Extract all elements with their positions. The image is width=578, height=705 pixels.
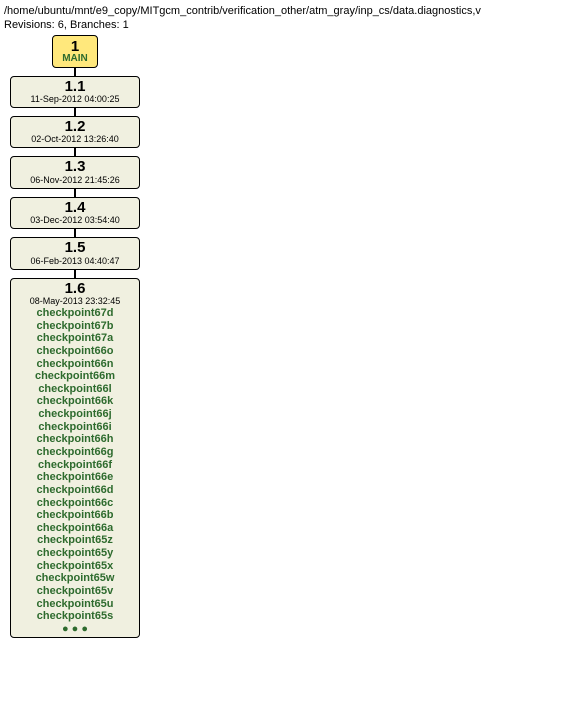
- revision-node: 1.306-Nov-2012 21:45:26: [10, 156, 140, 188]
- revision-date: 02-Oct-2012 13:26:40: [15, 135, 135, 145]
- header: /home/ubuntu/mnt/e9_copy/MITgcm_contrib/…: [4, 4, 578, 33]
- tag: checkpoint66e: [37, 471, 113, 484]
- tag: checkpoint66o: [36, 345, 113, 358]
- tag: checkpoint67a: [37, 332, 113, 345]
- tag: checkpoint66j: [38, 408, 111, 421]
- revision-number: 1.6: [15, 281, 135, 298]
- tag: checkpoint66g: [36, 446, 113, 459]
- edge: [74, 189, 76, 197]
- tag: checkpoint66l: [38, 383, 111, 396]
- tag: checkpoint66h: [36, 433, 113, 446]
- revision-number: 1.4: [15, 200, 135, 217]
- summary-line: Revisions: 6, Branches: 1: [4, 18, 578, 32]
- tag: checkpoint65v: [37, 585, 113, 598]
- tag: checkpoint66k: [37, 395, 113, 408]
- edge: [74, 68, 76, 76]
- tag: checkpoint67b: [36, 320, 113, 333]
- revision-node: 1.202-Oct-2012 13:26:40: [10, 116, 140, 148]
- tag: checkpoint65x: [37, 560, 113, 573]
- tag-list: checkpoint67dcheckpoint67bcheckpoint67ac…: [15, 307, 135, 635]
- revision-number: 1.1: [15, 79, 135, 96]
- branch-label: MAIN: [57, 54, 93, 65]
- edge: [74, 229, 76, 237]
- revision-node: 1.403-Dec-2012 03:54:40: [10, 197, 140, 229]
- revision-node: 1.111-Sep-2012 04:00:25: [10, 76, 140, 108]
- edge: [74, 270, 76, 278]
- revision-node-head: 1.608-May-2013 23:32:45checkpoint67dchec…: [10, 278, 140, 639]
- tag: checkpoint66c: [37, 497, 113, 510]
- tag: checkpoint66n: [36, 358, 113, 371]
- tag: checkpoint66m: [35, 370, 115, 383]
- revision-number: 1.2: [15, 119, 135, 136]
- revision-number: 1.5: [15, 240, 135, 257]
- file-path: /home/ubuntu/mnt/e9_copy/MITgcm_contrib/…: [4, 4, 578, 18]
- revision-node: 1.506-Feb-2013 04:40:47: [10, 237, 140, 269]
- tag: checkpoint66b: [36, 509, 113, 522]
- tag: checkpoint65w: [36, 572, 115, 585]
- revision-date: 11-Sep-2012 04:00:25: [15, 95, 135, 105]
- tag: checkpoint66d: [36, 484, 113, 497]
- revision-graph: 1MAIN 1.111-Sep-2012 04:00:25 1.202-Oct-20…: [8, 35, 578, 638]
- edge: [74, 148, 76, 156]
- tag: checkpoint67d: [36, 307, 113, 320]
- branch-node-main: 1MAIN: [52, 35, 98, 68]
- revision-date: 03-Dec-2012 03:54:40: [15, 216, 135, 226]
- tag: checkpoint66f: [38, 459, 112, 472]
- revision-date: 06-Nov-2012 21:45:26: [15, 176, 135, 186]
- tag: checkpoint65z: [37, 534, 113, 547]
- tag: checkpoint66a: [37, 522, 113, 535]
- tag: checkpoint65u: [36, 598, 113, 611]
- branch-number: 1: [57, 38, 93, 54]
- revision-date: 06-Feb-2013 04:40:47: [15, 257, 135, 267]
- ellipsis-icon: ● ● ●: [62, 623, 88, 635]
- tag: checkpoint65s: [37, 610, 113, 623]
- tag: checkpoint66i: [38, 421, 111, 434]
- revision-number: 1.3: [15, 159, 135, 176]
- tag: checkpoint65y: [37, 547, 113, 560]
- edge: [74, 108, 76, 116]
- revision-date: 08-May-2013 23:32:45: [15, 297, 135, 307]
